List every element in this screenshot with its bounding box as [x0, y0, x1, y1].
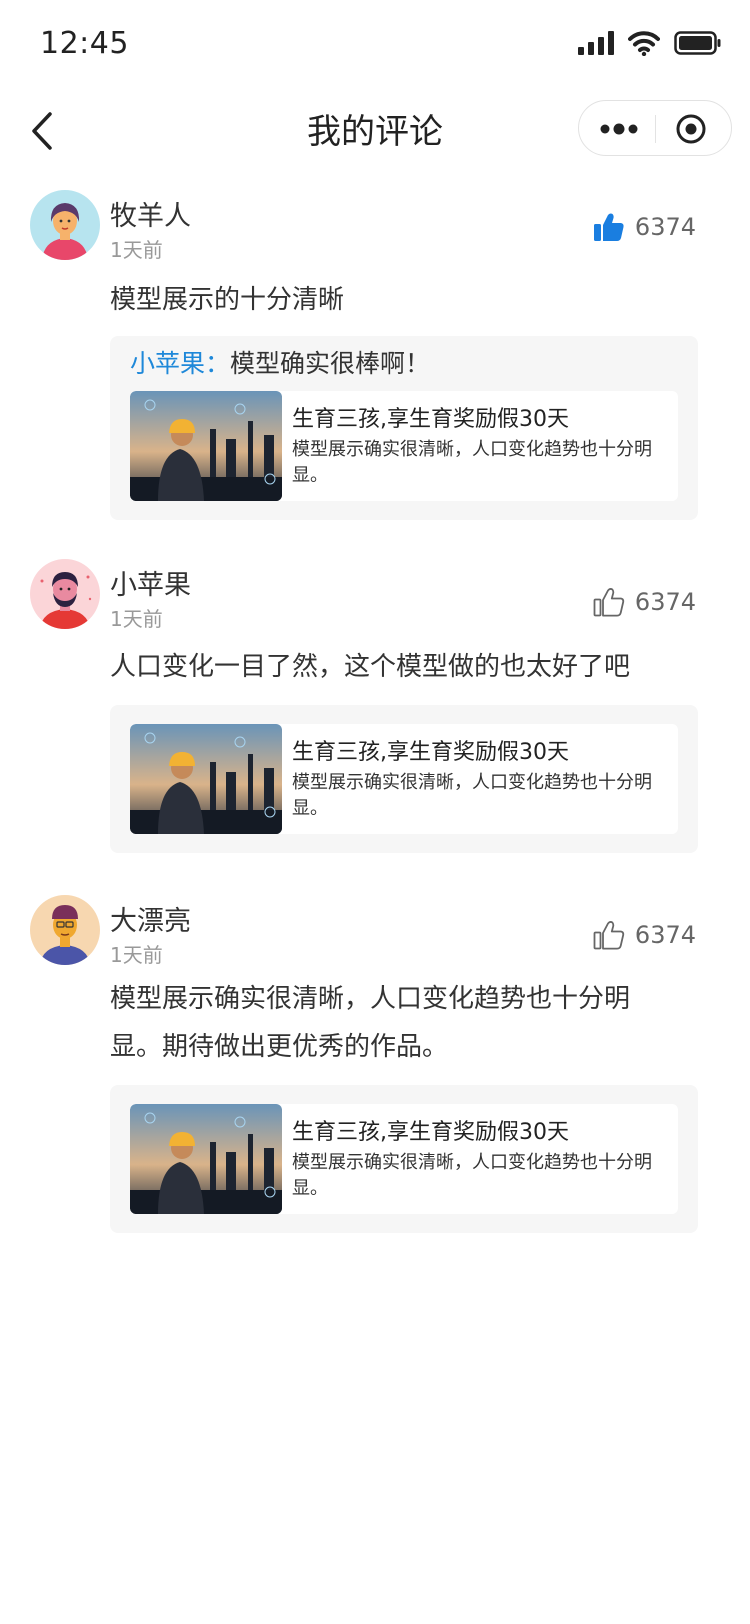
comment-item: 大漂亮 1天前 6374 模型展示确实很清晰，人口变化趋势也十分明显。期待做出更…	[0, 895, 750, 1235]
username[interactable]: 小苹果	[110, 563, 191, 602]
article-thumbnail	[130, 391, 282, 501]
wifi-icon	[628, 31, 660, 56]
like-button[interactable]: 6374	[593, 920, 696, 950]
quoted-box: 小苹果：模型确实很棒啊！ 生育三孩,享生育奖励假30天 模型展示确实很清晰，人口…	[110, 336, 698, 520]
article-card[interactable]: 生育三孩,享生育奖励假30天 模型展示确实很清晰，人口变化趋势也十分明显。	[130, 724, 678, 834]
like-count: 6374	[634, 588, 696, 616]
username[interactable]: 牧羊人	[110, 194, 191, 233]
like-count: 6374	[634, 213, 696, 241]
avatar[interactable]	[30, 559, 100, 629]
status-time: 12:45	[40, 26, 129, 61]
comment-text: 模型展示的十分清晰	[110, 285, 345, 315]
comment-text: 模型展示确实很清晰，人口变化趋势也十分明显。期待做出更优秀的作品。	[110, 984, 631, 1062]
status-icons	[578, 30, 722, 56]
avatar[interactable]	[30, 895, 100, 965]
reply-separator: ：	[205, 349, 231, 378]
comment-text: 人口变化一目了然，这个模型做的也太好了吧	[110, 652, 631, 682]
comment-item: 小苹果 1天前 6374 人口变化一目了然，这个模型做的也太好了吧 生育三孩,享…	[0, 559, 750, 854]
article-title: 生育三孩,享生育奖励假30天	[292, 407, 569, 432]
thumbs-up-filled-icon	[593, 213, 624, 241]
article-card[interactable]: 生育三孩,享生育奖励假30天 模型展示确实很清晰，人口变化趋势也十分明显。	[130, 391, 678, 501]
status-bar: 12:45	[0, 0, 750, 88]
article-thumbnail	[130, 1104, 282, 1214]
article-description: 模型展示确实很清晰，人口变化趋势也十分明显。	[292, 772, 652, 819]
quoted-box: 生育三孩,享生育奖励假30天 模型展示确实很清晰，人口变化趋势也十分明显。	[110, 705, 698, 853]
article-title: 生育三孩,享生育奖励假30天	[292, 740, 569, 765]
quoted-box: 生育三孩,享生育奖励假30天 模型展示确实很清晰，人口变化趋势也十分明显。	[110, 1085, 698, 1233]
comment-time: 1天前	[110, 943, 163, 967]
article-title: 生育三孩,享生育奖励假30天	[292, 1120, 569, 1145]
comment-time: 1天前	[110, 238, 163, 262]
reply-text: 模型确实很棒啊！	[230, 349, 431, 378]
battery-icon	[674, 31, 721, 55]
more-icon[interactable]	[599, 115, 639, 143]
article-description: 模型展示确实很清晰，人口变化趋势也十分明显。	[292, 1152, 652, 1199]
nav-bar: 我的评论	[0, 88, 750, 176]
avatar[interactable]	[30, 190, 100, 260]
like-button[interactable]: 6374	[593, 212, 696, 242]
comment-time: 1天前	[110, 607, 163, 631]
comment-item: 牧羊人 1天前 6374 模型展示的十分清晰 小苹果：模型确实很棒啊！ 生育三孩…	[0, 190, 750, 520]
miniprogram-capsule	[578, 100, 732, 156]
article-description: 模型展示确实很清晰，人口变化趋势也十分明显。	[292, 439, 652, 486]
article-card[interactable]: 生育三孩,享生育奖励假30天 模型展示确实很清晰，人口变化趋势也十分明显。	[130, 1104, 678, 1214]
reply-username[interactable]: 小苹果	[130, 349, 205, 378]
capsule-divider	[655, 115, 656, 143]
thumbs-up-outline-icon	[593, 921, 625, 950]
username[interactable]: 大漂亮	[110, 899, 191, 938]
like-count: 6374	[634, 921, 696, 949]
thumbs-up-outline-icon	[593, 588, 625, 617]
like-button[interactable]: 6374	[593, 587, 696, 617]
article-thumbnail	[130, 724, 282, 834]
cellular-signal-icon	[578, 31, 614, 55]
reply-line: 小苹果：模型确实很棒啊！	[130, 346, 430, 382]
close-miniprogram-icon[interactable]	[675, 113, 707, 145]
